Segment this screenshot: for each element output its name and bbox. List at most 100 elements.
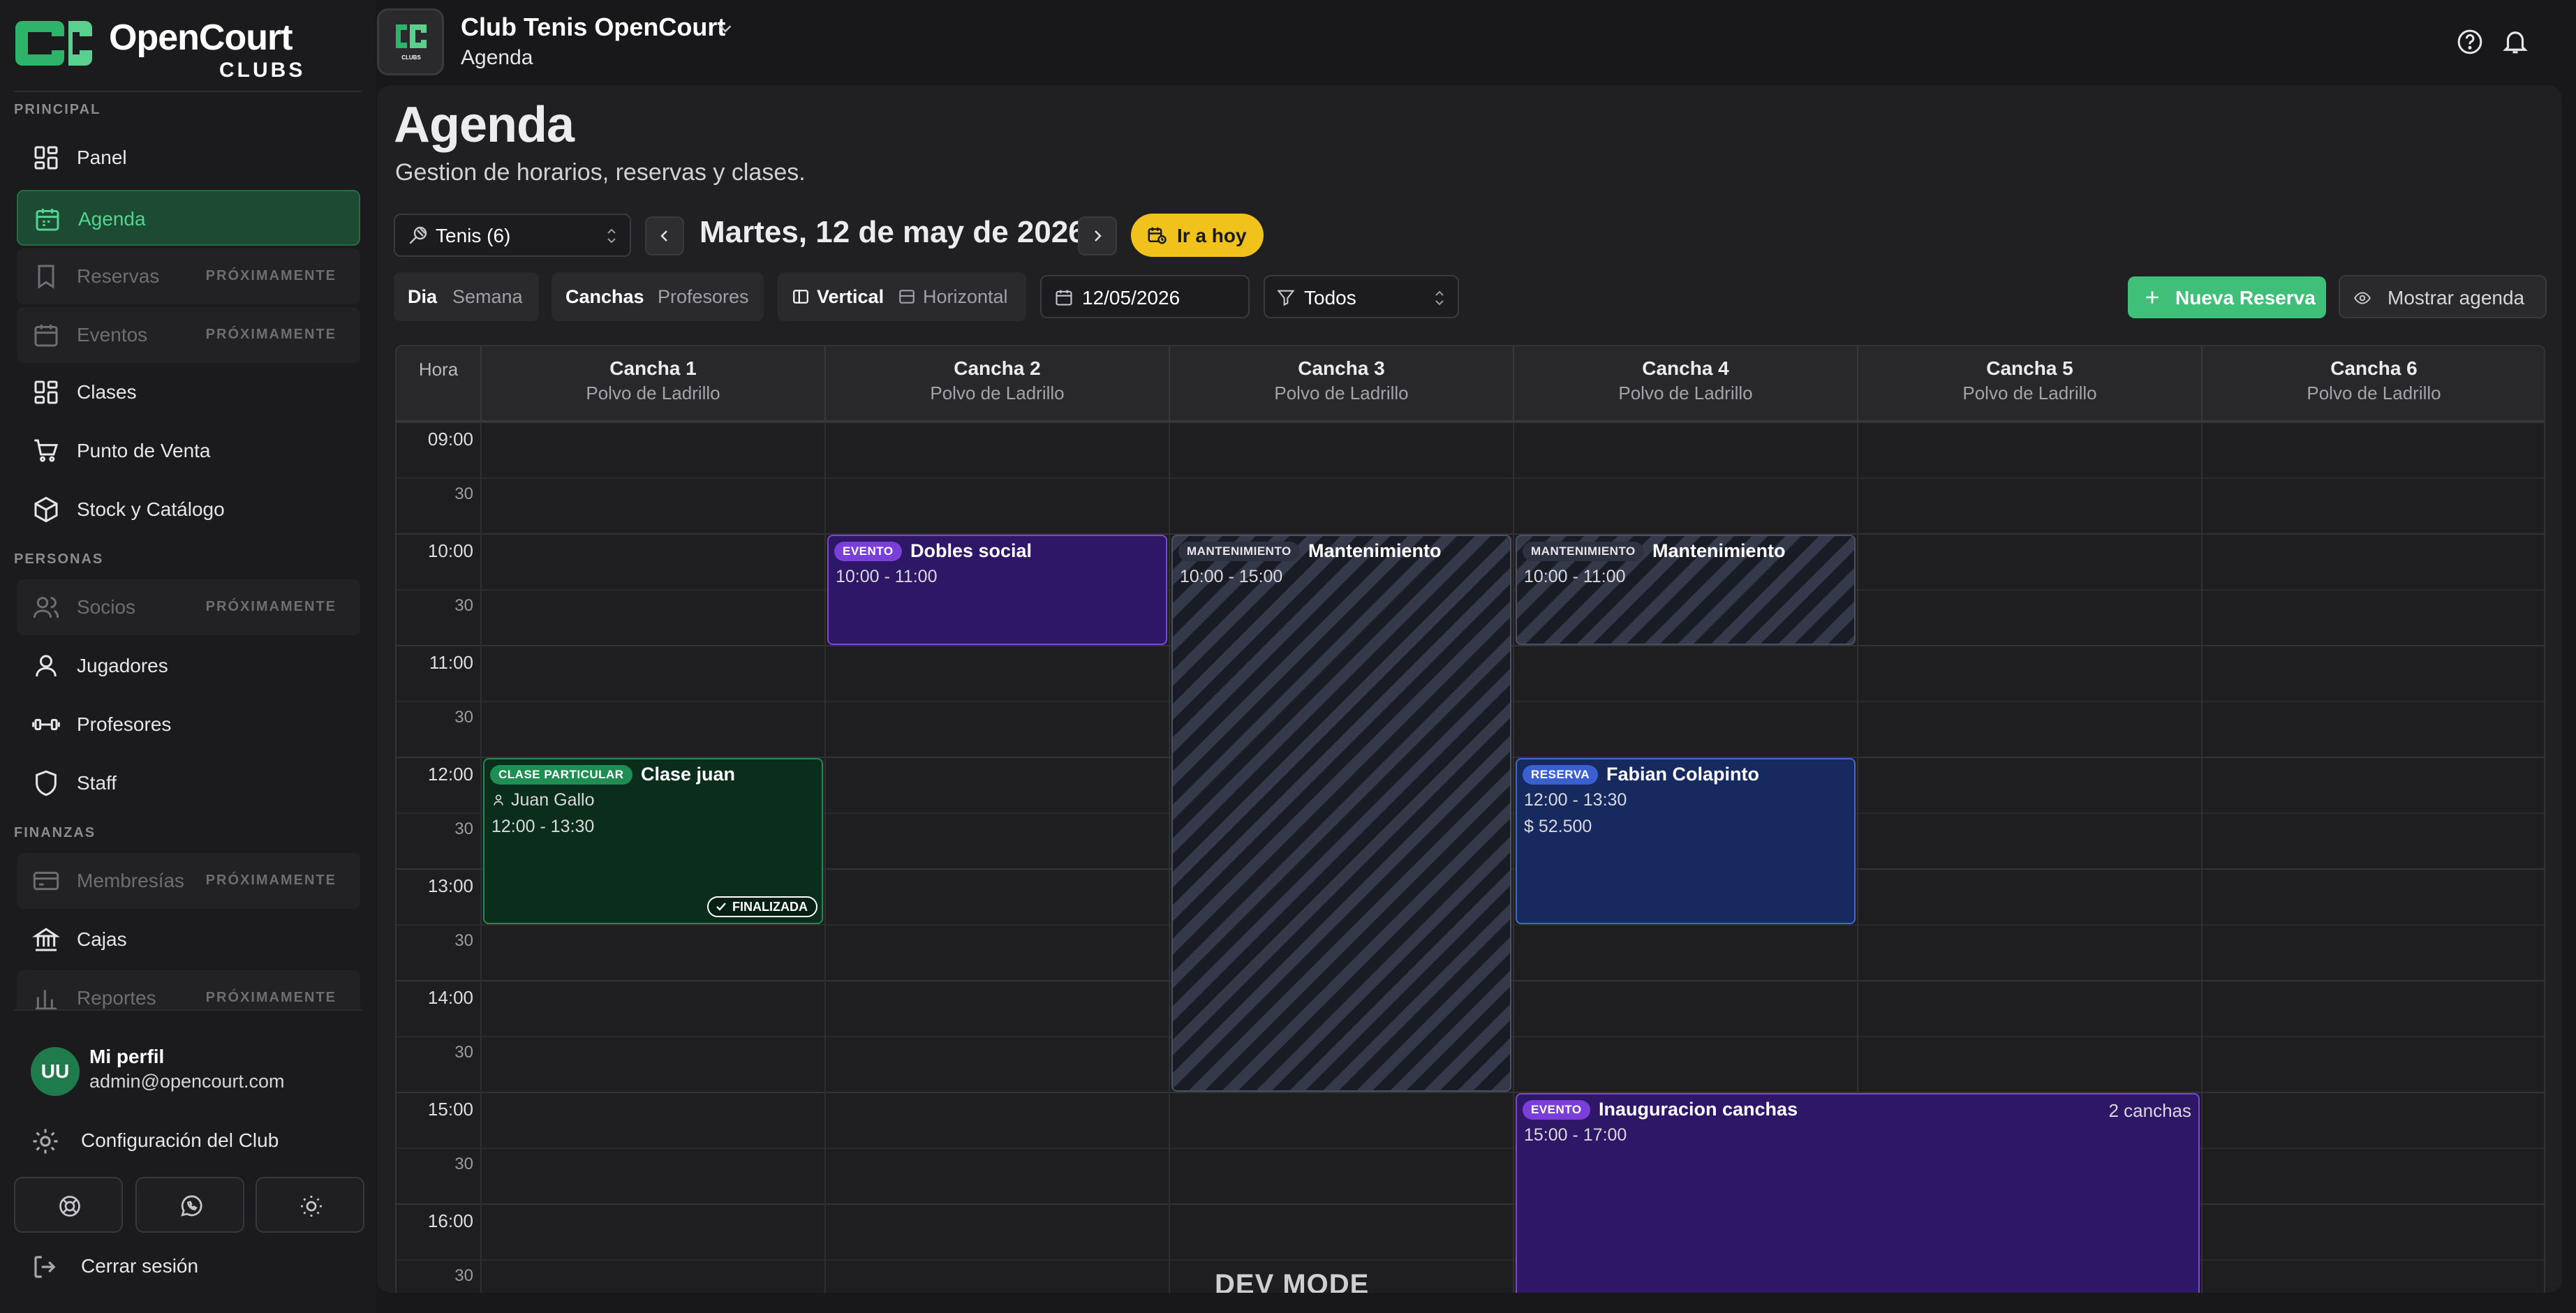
racket-icon (409, 226, 427, 244)
sidebar-item-reportes[interactable]: Reportes PRÓXIMAMENTE (17, 970, 360, 1009)
logout-link[interactable]: Cerrar sesión (31, 1249, 359, 1284)
columns-icon (793, 290, 808, 304)
lifebuoy-icon (59, 1196, 80, 1217)
dev-mode-banner: DEV MODE (1215, 1269, 1370, 1293)
prev-day-button[interactable] (645, 216, 684, 255)
time-label: 11:00 (429, 652, 473, 673)
whatsapp-icon (181, 1195, 202, 1217)
dashboard-icon (34, 380, 58, 404)
status-badge: FINALIZADA (707, 896, 817, 917)
page-title: Agenda (394, 97, 575, 153)
sidebar-item-label: Stock y Catálogo (77, 498, 225, 520)
event-time: 10:00 - 11:00 (1524, 567, 1626, 586)
event-title: Fabian Colapinto (1606, 764, 1759, 785)
sidebar-item-label: Agenda (78, 208, 146, 230)
sidebar-item-label: Profesores (77, 713, 172, 735)
shield-icon (36, 770, 57, 796)
time-label: 30 (454, 484, 473, 503)
time-label: 16:00 (427, 1210, 473, 1231)
time-label: 30 (454, 819, 473, 838)
time-label: 30 (454, 596, 473, 615)
go-today-button[interactable]: Ir a hoy (1131, 214, 1264, 257)
sidebar-item-profesores[interactable]: Profesores (17, 697, 360, 752)
orient-horizontal-option[interactable]: Horizontal (923, 286, 1008, 308)
club-logo[interactable]: CLUBS (377, 8, 444, 75)
group-courts-option[interactable]: Canchas (565, 286, 644, 308)
show-agenda-button[interactable]: Mostrar agenda (2339, 275, 2547, 318)
sidebar-item-punto-de-venta[interactable]: Punto de Venta (17, 423, 360, 479)
sidebar-item-label: Reservas (77, 265, 160, 287)
court-header[interactable]: Cancha 5 Polvo de Ladrillo (1857, 346, 2201, 422)
chart-icon (36, 990, 57, 1009)
court-header[interactable]: Cancha 1 Polvo de Ladrillo (480, 346, 824, 422)
bank-icon (32, 928, 60, 951)
view-day-option[interactable]: Dia (408, 286, 437, 308)
agenda-event[interactable]: RESERVA Fabian Colapinto 12:00 - 13:30 $ 52… (1516, 758, 1856, 924)
sport-select[interactable]: Tenis (6) (394, 214, 631, 257)
sidebar-item-stock[interactable]: Stock y Catálogo (17, 482, 360, 537)
main-panel: Agenda Gestion de horarios, reservas y c… (377, 85, 2562, 1293)
sidebar-item-jugadores[interactable]: Jugadores (17, 638, 360, 694)
agenda-event[interactable]: EVENTO Dobles social 10:00 - 11:00 (827, 535, 1167, 645)
court-surface: Polvo de Ladrillo (2307, 383, 2441, 403)
sidebar-item-agenda[interactable]: Agenda (17, 190, 360, 246)
sidebar-item-staff[interactable]: Staff (17, 755, 360, 811)
group-teachers-option[interactable]: Profesores (658, 286, 749, 308)
time-slot-line (397, 1092, 2544, 1093)
sidebar-item-membresias[interactable]: Membresías PRÓXIMAMENTE (17, 853, 360, 909)
profile-link[interactable]: UU Mi perfil admin@opencourt.com (28, 1044, 356, 1100)
sidebar-item-socios[interactable]: Socios PRÓXIMAMENTE (17, 579, 360, 635)
check-icon (716, 903, 726, 911)
court-header[interactable]: Cancha 3 Polvo de Ladrillo (1169, 346, 1513, 422)
agenda-event[interactable]: CLASE PARTICULAR Clase juan Juan Gallo 12:0… (483, 758, 823, 924)
support-button[interactable] (14, 1177, 123, 1233)
brand-logo[interactable]: OpenCourt CLUBS (13, 14, 362, 81)
view-week-option[interactable]: Semana (452, 286, 523, 308)
theme-toggle-button[interactable] (256, 1177, 364, 1233)
agenda-event[interactable]: EVENTO Inauguracion canchas 15:00 - 17:00 2… (1516, 1093, 2200, 1293)
sidebar-item-cajas[interactable]: Cajas (17, 912, 360, 967)
calendar-icon (36, 209, 59, 231)
sidebar-item-clases[interactable]: Clases (17, 364, 360, 420)
agenda-event[interactable]: MANTENIMIENTO Mantenimiento 10:00 - 11:00 (1516, 535, 1856, 645)
club-config-link[interactable]: Configuración del Club (31, 1124, 359, 1159)
filter-select[interactable]: Todos (1264, 275, 1459, 318)
court-header[interactable]: Cancha 6 Polvo de Ladrillo (2201, 346, 2544, 422)
agenda-grid: Hora Cancha 1 Polvo de Ladrillo Cancha 2… (395, 345, 2545, 1293)
event-time: 12:00 - 13:30 (1524, 790, 1627, 810)
agenda-event[interactable]: MANTENIMIENTO Mantenimiento 10:00 - 15:00 (1171, 535, 1511, 1092)
svg-text:CLUBS: CLUBS (401, 54, 421, 61)
orient-vertical-option[interactable]: Vertical (817, 286, 884, 308)
users-icon (33, 597, 59, 618)
sidebar-item-label: Socios (77, 596, 136, 618)
event-type-badge: MANTENIMIENTO (1178, 542, 1300, 561)
event-time: 10:00 - 15:00 (1180, 567, 1283, 586)
sidebar-item-eventos[interactable]: Eventos PRÓXIMAMENTE (17, 307, 360, 363)
court-header[interactable]: Cancha 2 Polvo de Ladrillo (824, 346, 1169, 422)
coming-soon-badge: PRÓXIMAMENTE (205, 990, 336, 1005)
event-type-badge: CLASE PARTICULAR (490, 765, 632, 785)
chevron-down-icon[interactable] (715, 18, 736, 39)
court-column-line (2201, 422, 2203, 1293)
time-label: 09:00 (427, 429, 473, 450)
sidebar-item-label: Clases (77, 381, 137, 403)
agenda-header: Hora Cancha 1 Polvo de Ladrillo Cancha 2… (397, 346, 2544, 422)
gear-icon (33, 1129, 58, 1154)
club-switcher[interactable]: Club Tenis OpenCourt (461, 13, 725, 42)
time-label: 30 (454, 931, 473, 950)
date-input[interactable]: 12/05/2026 (1040, 275, 1250, 318)
next-day-button[interactable] (1078, 216, 1117, 255)
chevron-updown-icon (607, 228, 616, 244)
sidebar-item-panel[interactable]: Panel (17, 130, 360, 186)
court-header[interactable]: Cancha 4 Polvo de Ladrillo (1513, 346, 1857, 422)
help-icon[interactable] (2456, 28, 2484, 56)
filter-select-value: Todos (1304, 287, 1356, 309)
sidebar-divider (14, 91, 362, 92)
new-booking-button[interactable]: Nueva Reserva (2128, 276, 2326, 318)
whatsapp-button[interactable] (135, 1177, 244, 1233)
sidebar-item-reservas[interactable]: Reservas PRÓXIMAMENTE (17, 248, 360, 304)
bell-icon[interactable] (2501, 27, 2530, 56)
court-name: Cancha 3 (1298, 357, 1385, 379)
current-date-title: Martes, 12 de may de 2026 (699, 215, 1086, 249)
time-label: 14:00 (427, 987, 473, 1008)
